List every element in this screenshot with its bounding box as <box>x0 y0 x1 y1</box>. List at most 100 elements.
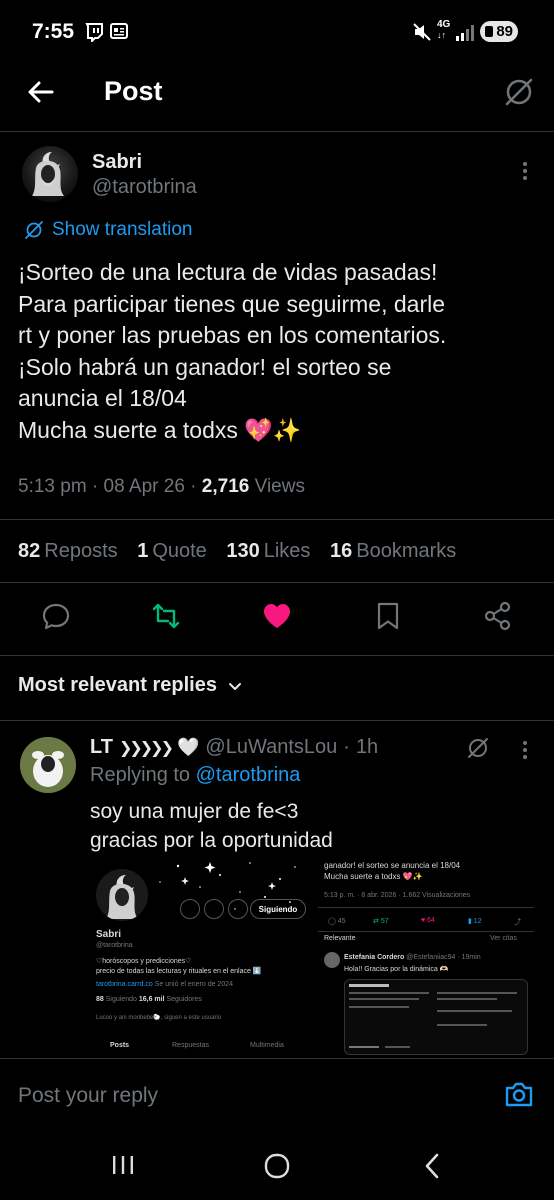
embedded-text-line: ganador! el sorteo se anuncia el 18/04 <box>324 861 461 870</box>
reply-author-handle[interactable]: @LuWantsLou <box>205 736 337 759</box>
replies-sort-dropdown[interactable]: Most relevant replies <box>18 674 243 697</box>
reply-text-line: soy una mujer de fe<3 <box>90 800 299 823</box>
news-notification-icon <box>110 23 128 39</box>
separator-dot: · <box>343 736 350 758</box>
battery-icon <box>485 26 493 37</box>
bookmark-icon[interactable] <box>373 601 403 631</box>
back-icon[interactable] <box>420 1152 446 1180</box>
embedded-meta: 5:13 p. m. · 8 abr. 2026 · 1.662 Visuali… <box>324 892 471 899</box>
profile-bio-line: ♡horóscopos y predicciones♡ <box>96 958 192 965</box>
battery-indicator: 89 <box>480 21 518 42</box>
divider <box>318 907 534 908</box>
grok-icon[interactable] <box>503 76 535 108</box>
replies-sort-label: Most relevant replies <box>18 674 217 696</box>
profile-joined: Se unió el enero de 2024 <box>154 981 233 988</box>
profile-avatar <box>94 867 150 923</box>
profile-name: Sabri <box>96 929 122 940</box>
page-title: Post <box>104 76 163 106</box>
profile-link: tarotbrina.carrd.co <box>96 981 153 988</box>
embedded-reply-avatar <box>324 952 340 968</box>
grok-icon[interactable] <box>466 736 490 760</box>
mute-icon <box>413 23 431 41</box>
reply-header: LT ❯❯❯❯❯ 🤍 @LuWantsLou · 1h <box>90 736 378 759</box>
show-translation-label: Show translation <box>52 219 193 240</box>
post-text-line: rt y poner las pruebas en los comentario… <box>18 322 447 348</box>
profile-handle: @tarotbrina <box>96 942 133 949</box>
profile-bio-line: precio de todas las lecturas y rituales … <box>96 968 262 975</box>
grok-translate-icon <box>25 221 43 239</box>
reply-icon[interactable] <box>41 601 71 631</box>
replying-to: Replying to @tarotbrina <box>90 764 301 786</box>
signal-icon <box>456 25 474 41</box>
repost-icon[interactable] <box>151 601 181 631</box>
embedded-nested-screenshot <box>344 979 528 1055</box>
status-time: 7:55 <box>32 20 75 43</box>
recent-apps-icon[interactable] <box>110 1152 136 1178</box>
back-arrow-icon[interactable] <box>26 78 54 106</box>
divider <box>0 720 554 721</box>
arrows-decoration: ❯❯❯❯❯ <box>118 739 174 757</box>
profile-follow-counts: 88 Siguiendo 16,6 mil Seguidores <box>96 996 202 1003</box>
reply-text: soy una mujer de fe<3 gracias por la opo… <box>90 797 333 855</box>
author-handle[interactable]: @tarotbrina <box>92 176 197 199</box>
more-options-icon[interactable] <box>518 160 532 182</box>
avatar-illustration <box>32 151 64 196</box>
post-meta: 5:13 pm · 08 Apr 26 · 2,716 Views <box>18 476 305 497</box>
embedded-reply-handle: @Estefaniiac94 · 19min <box>406 954 481 961</box>
reply-time: 1h <box>355 736 379 758</box>
more-options-icon[interactable] <box>518 740 532 760</box>
notify-circle-icon <box>228 899 248 919</box>
views-label: Views <box>254 476 305 497</box>
embedded-like-count: ♥ 64 <box>421 917 435 924</box>
post-text-line: Mucha suerte a todxs 💖✨ <box>18 416 302 443</box>
show-translation-button[interactable]: Show translation <box>24 219 192 241</box>
message-circle-icon <box>204 899 224 919</box>
status-bar: 7:55 4G ↓↑ 89 <box>0 0 554 62</box>
divider <box>0 519 554 520</box>
embedded-reply-name: Estefania Cordero <box>344 954 405 961</box>
profile-tab: Respuestas <box>172 1042 209 1049</box>
white-heart-icon: 🤍 <box>176 737 200 757</box>
divider <box>0 655 554 656</box>
network-type: 4G ↓↑ <box>437 19 451 41</box>
following-button: Siguiendo <box>250 899 306 919</box>
chevron-down-icon <box>228 682 241 690</box>
author-avatar[interactable] <box>22 146 78 202</box>
camera-icon[interactable] <box>504 1080 534 1108</box>
stat-quotes[interactable]: 1 Quote <box>137 540 221 562</box>
reply-image-profile-screenshot[interactable]: Siguiendo Sabri @tarotbrina ♡horóscopos … <box>90 857 311 1055</box>
profile-tab: Posts <box>110 1042 130 1049</box>
post-text-line: anuncia el 18/04 <box>18 385 187 411</box>
embedded-text-line: Mucha suerte a todxs 💖✨ <box>324 872 423 881</box>
home-icon[interactable] <box>263 1152 291 1180</box>
profile-followed-by: Lucoo y ani monbebe🐑, siguen a este usua… <box>96 1015 222 1021</box>
post-text-line: ¡Solo habrá un ganador! el sorteo se <box>18 353 392 380</box>
like-icon[interactable] <box>262 601 292 631</box>
post-text-line: Para participar tienes que seguirme, dar… <box>18 290 446 317</box>
reply-image-post-screenshot[interactable]: ganador! el sorteo se anuncia el 18/04 M… <box>318 857 534 1055</box>
stat-bookmarks[interactable]: 16 Bookmarks <box>330 540 470 562</box>
embedded-reply-text: Hola!! Gracias por la dinámica 🫶🏻 <box>344 966 449 973</box>
embedded-share-icon: ⤴ <box>514 919 521 926</box>
post-stats: 82 Reposts 1 Quote 130 Likes 16 Bookmarks <box>18 540 470 563</box>
more-circle-icon <box>180 899 200 919</box>
stat-reposts[interactable]: 82 Reposts <box>18 540 132 562</box>
divider <box>318 931 534 932</box>
post-text: ¡Sorteo de una lectura de vidas pasadas!… <box>18 257 538 446</box>
reply-text-line: gracias por la oportunidad <box>90 829 333 852</box>
reply-avatar[interactable] <box>20 737 76 793</box>
author-name[interactable]: Sabri <box>92 151 142 174</box>
share-icon[interactable] <box>483 601 513 631</box>
embedded-repost-count: ⇄ 57 <box>373 918 389 925</box>
post-text-line: ¡Sorteo de una lectura de vidas pasadas! <box>18 259 438 285</box>
embedded-relevant: Relevante <box>324 935 356 942</box>
twitch-notification-icon <box>85 23 103 42</box>
embedded-bookmark-count: ▮ 12 <box>468 918 482 925</box>
replying-to-handle[interactable]: @tarotbrina <box>196 764 301 786</box>
stat-likes[interactable]: 130 Likes <box>226 540 324 562</box>
header-divider <box>0 131 554 132</box>
reply-input[interactable] <box>18 1084 478 1108</box>
post-time: 5:13 pm <box>18 476 87 497</box>
avatar-photo <box>20 737 76 793</box>
reply-author-name[interactable]: LT <box>90 736 113 759</box>
